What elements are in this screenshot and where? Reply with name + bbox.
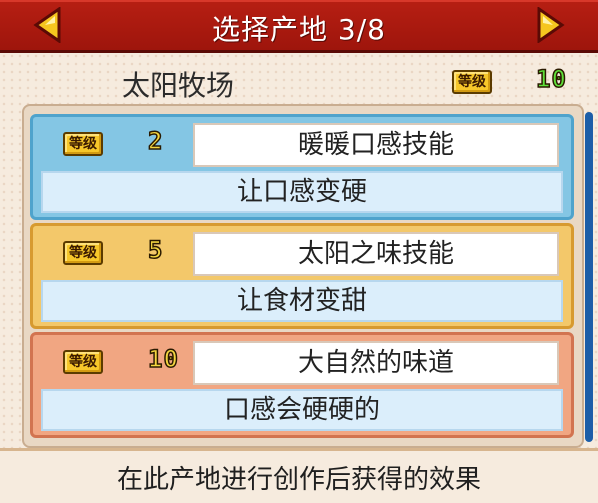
next-arrow-button[interactable] xyxy=(535,7,565,43)
skill-level-value: 10 xyxy=(147,345,179,373)
skill-level-value: 5 xyxy=(147,236,164,264)
page-title: 选择产地 3/8 xyxy=(212,13,386,46)
skill-description: 让口感变硬 xyxy=(41,171,563,213)
footer: 在此产地进行创作后获得的效果 xyxy=(0,448,598,503)
skill-name: 太阳之味技能 xyxy=(193,232,559,276)
skill-description: 让食材变甜 xyxy=(41,280,563,322)
skill-level-value: 2 xyxy=(147,127,164,155)
skill-description: 口感会硬硬的 xyxy=(41,389,563,431)
footer-text: 在此产地进行创作后获得的效果 xyxy=(116,465,481,495)
scrollbar[interactable] xyxy=(585,112,593,442)
skill-name: 暖暖口感技能 xyxy=(193,123,559,167)
level-badge: 等级 xyxy=(63,350,103,374)
title-bar: 选择产地 3/8 xyxy=(0,0,598,53)
skill-card[interactable]: 等级 10 大自然的味道 口感会硬硬的 xyxy=(30,332,574,438)
farm-level-value: 10 xyxy=(535,65,567,93)
level-badge: 等级 xyxy=(63,132,103,156)
triangle-right-icon xyxy=(537,7,565,43)
skill-name: 大自然的味道 xyxy=(193,341,559,385)
skill-card[interactable]: 等级 2 暖暖口感技能 让口感变硬 xyxy=(30,114,574,220)
skill-card[interactable]: 等级 5 太阳之味技能 让食材变甜 xyxy=(30,223,574,329)
skill-list: 等级 2 暖暖口感技能 让口感变硬 等级 5 太阳之味技能 让食材变甜 等级 1… xyxy=(22,104,584,448)
farm-info: 太阳牧场 等级 10 xyxy=(0,54,598,106)
farm-level-badge: 等级 xyxy=(452,70,492,94)
level-badge: 等级 xyxy=(63,241,103,265)
farm-name: 太阳牧场 xyxy=(122,69,235,102)
